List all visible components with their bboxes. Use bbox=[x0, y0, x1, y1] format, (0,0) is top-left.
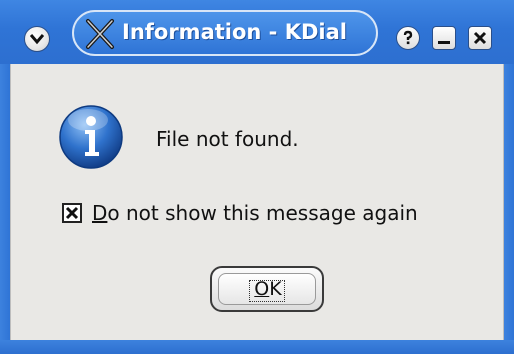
minimize-icon bbox=[438, 41, 450, 44]
checkbox-mnemonic: D bbox=[92, 201, 108, 225]
window-menu-button[interactable] bbox=[24, 26, 50, 52]
help-button[interactable] bbox=[396, 26, 420, 50]
title-bar[interactable]: Information - KDial bbox=[0, 0, 514, 64]
window-border-left bbox=[0, 64, 10, 340]
ok-button-label: OK bbox=[219, 278, 317, 300]
minimize-button[interactable] bbox=[432, 26, 456, 50]
information-icon bbox=[59, 105, 123, 169]
dialog-window: Information - KDial File not found. Do n… bbox=[0, 0, 514, 354]
checkbox-label-rest: o not show this message again bbox=[107, 201, 418, 225]
ok-button[interactable]: OK bbox=[210, 266, 324, 312]
question-icon bbox=[403, 30, 413, 45]
window-title: Information - KDial bbox=[122, 20, 347, 44]
close-icon bbox=[473, 31, 487, 45]
dont-show-again-checkbox[interactable] bbox=[62, 203, 82, 223]
window-title-pill: Information - KDial bbox=[72, 10, 378, 56]
chevron-down-icon bbox=[30, 34, 44, 45]
dont-show-again-label[interactable]: Do not show this message again bbox=[92, 201, 418, 225]
ok-label-rest: K bbox=[269, 278, 282, 300]
window-border-bottom bbox=[0, 340, 514, 354]
ok-button-face: OK bbox=[218, 273, 316, 305]
x-window-icon bbox=[86, 19, 114, 49]
message-text: File not found. bbox=[156, 127, 299, 151]
checkbox-x-mark-icon bbox=[65, 206, 79, 220]
ok-mnemonic: O bbox=[254, 278, 270, 300]
window-border-right bbox=[504, 64, 514, 340]
close-button[interactable] bbox=[468, 26, 492, 50]
